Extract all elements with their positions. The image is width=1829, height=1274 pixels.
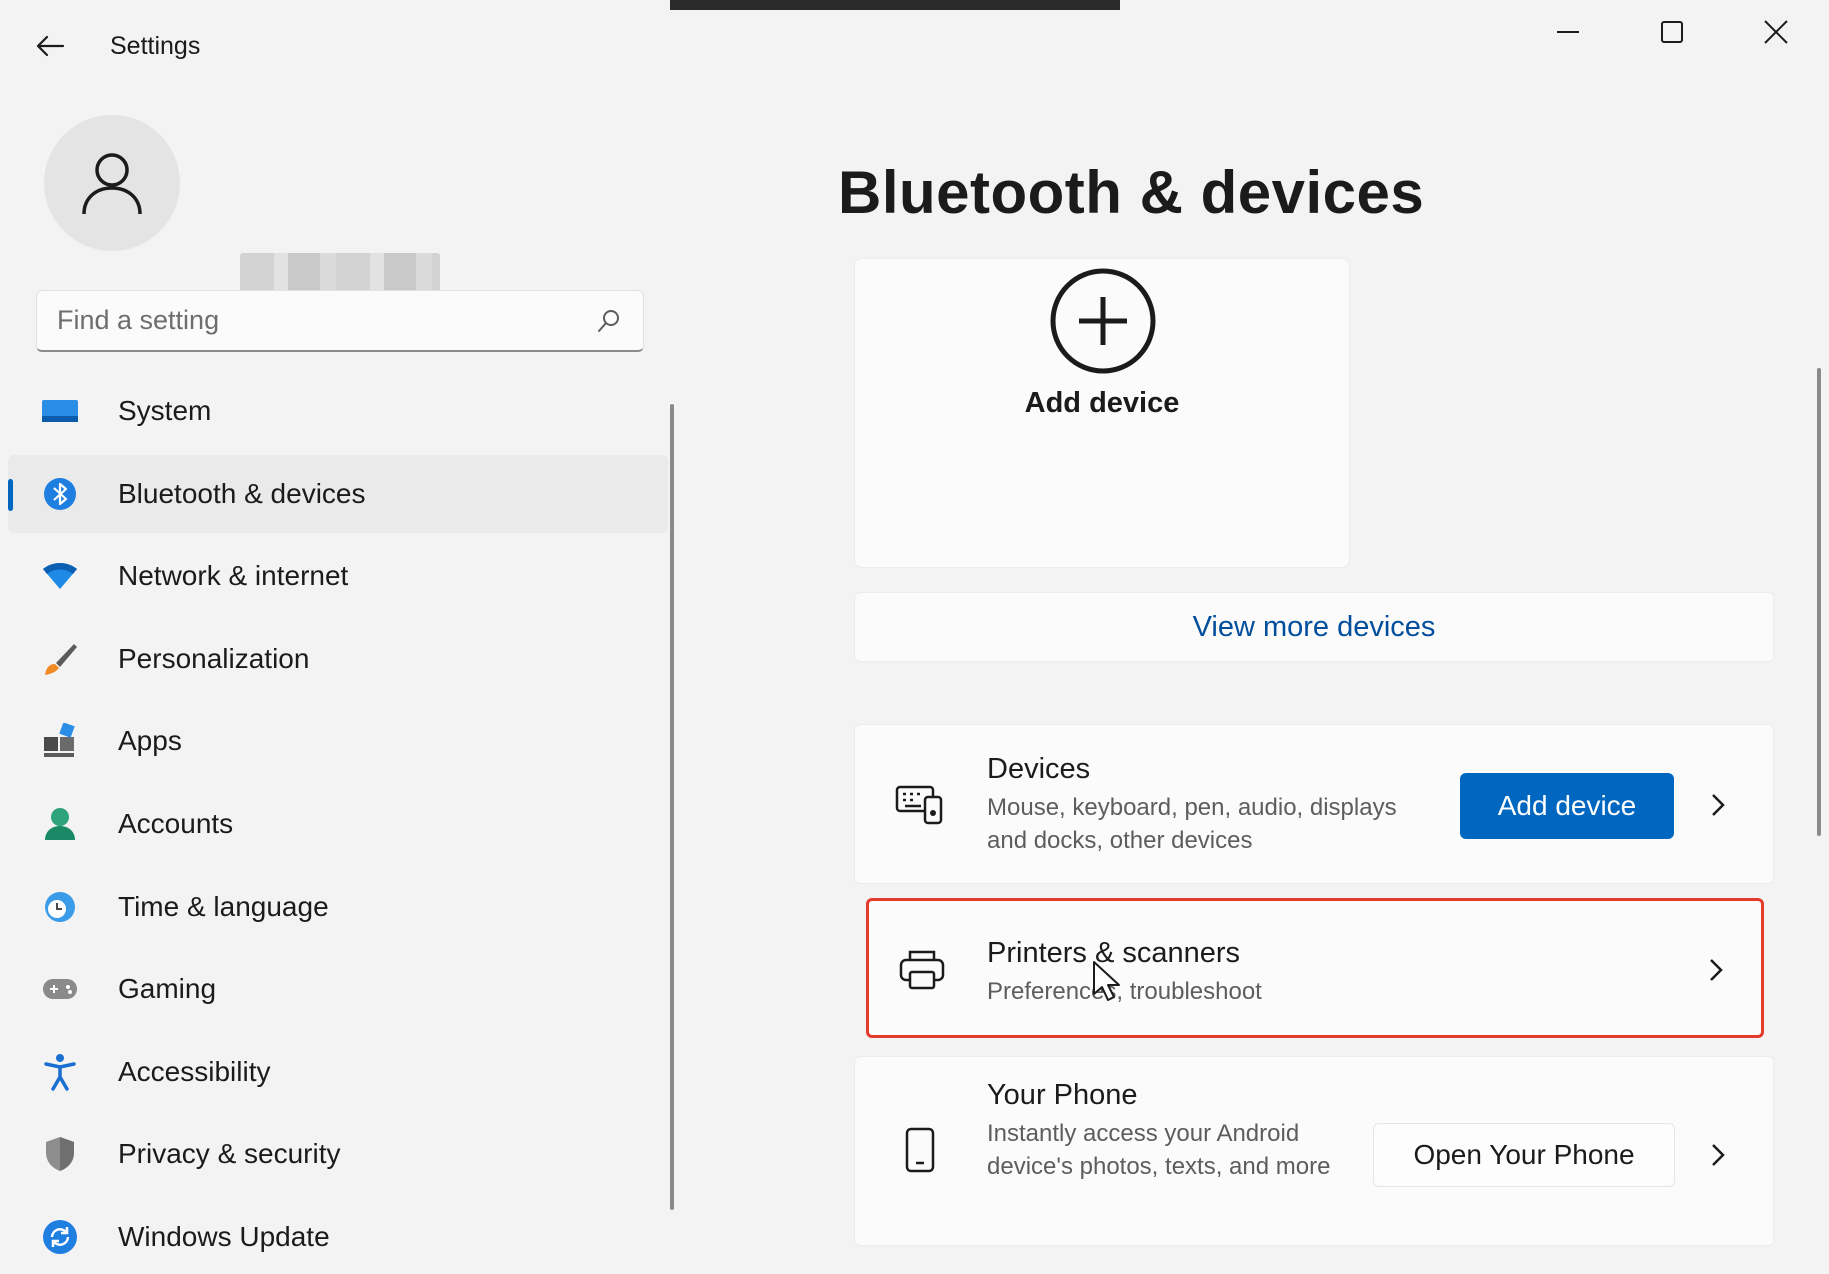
- your-phone-title: Your Phone: [987, 1079, 1138, 1111]
- chevron-right-icon: [1710, 959, 1723, 981]
- apps-icon: [40, 721, 80, 761]
- your-phone-description: Instantly access your Android device's p…: [987, 1120, 1331, 1180]
- user-icon: [82, 153, 142, 215]
- back-button[interactable]: [28, 24, 72, 68]
- search-icon[interactable]: [595, 307, 623, 335]
- chevron-right-icon: [1712, 794, 1725, 816]
- printers-description: Preferences, troubleshoot: [987, 978, 1262, 1005]
- sidebar-item-label: Network & internet: [118, 560, 349, 592]
- close-button[interactable]: [1726, 4, 1826, 60]
- add-device-button[interactable]: Add device: [1460, 773, 1674, 839]
- update-icon: [40, 1217, 80, 1257]
- keyboard-device-icon: [891, 775, 949, 833]
- add-device-tile-label: Add device: [1024, 387, 1180, 419]
- sidebar-item-gaming[interactable]: Gaming: [8, 950, 668, 1028]
- search-input[interactable]: [57, 305, 595, 336]
- sidebar-item-label: Personalization: [118, 642, 310, 674]
- sidebar-item-windows-update[interactable]: Windows Update: [8, 1198, 668, 1274]
- mouse-cursor-icon: [1093, 961, 1120, 1001]
- avatar[interactable]: [44, 115, 180, 251]
- add-device-tile[interactable]: Add device: [854, 258, 1350, 568]
- sidebar-item-privacy-security[interactable]: Privacy & security: [8, 1115, 668, 1193]
- sidebar-nav: System Bluetooth & devices Network & int…: [0, 372, 670, 1274]
- devices-description: Mouse, keyboard, pen, audio, displays an…: [987, 794, 1397, 854]
- view-more-devices-label: View more devices: [1192, 610, 1436, 643]
- bluetooth-icon: [40, 474, 80, 514]
- brush-icon: [40, 639, 80, 679]
- sidebar-item-label: Privacy & security: [118, 1138, 341, 1170]
- view-more-devices-link[interactable]: View more devices: [854, 592, 1774, 662]
- sidebar-item-system[interactable]: System: [8, 372, 668, 450]
- maximize-icon: [1661, 21, 1683, 43]
- app-title: Settings: [110, 32, 201, 60]
- sidebar-item-label: System: [118, 395, 212, 426]
- devices-card[interactable]: Devices Mouse, keyboard, pen, audio, dis…: [854, 724, 1774, 884]
- sidebar-item-label: Accounts: [118, 807, 234, 839]
- minimize-icon: [1557, 31, 1579, 33]
- sidebar-item-accounts[interactable]: Accounts: [8, 785, 668, 863]
- system-icon: [40, 391, 80, 431]
- printers-scanners-card[interactable]: Printers & scanners Preferences, trouble…: [866, 898, 1764, 1038]
- wifi-icon: [40, 556, 80, 596]
- sidebar-item-label: Apps: [118, 725, 182, 757]
- chevron-right-icon: [1712, 1144, 1725, 1166]
- sidebar-item-label: Bluetooth & devices: [118, 477, 366, 509]
- sidebar-item-label: Accessibility: [118, 1055, 271, 1087]
- devices-title: Devices: [987, 753, 1091, 785]
- sidebar-item-label: Gaming: [118, 973, 217, 1005]
- main-scrollbar[interactable]: [1817, 368, 1821, 836]
- your-phone-card[interactable]: Your Phone Instantly access your Android…: [854, 1056, 1774, 1246]
- sidebar-item-network[interactable]: Network & internet: [8, 537, 668, 615]
- clock-globe-icon: [40, 887, 80, 927]
- minimize-button[interactable]: [1518, 4, 1618, 60]
- sidebar-item-label: Time & language: [118, 890, 329, 922]
- open-your-phone-button[interactable]: Open Your Phone: [1373, 1123, 1675, 1187]
- add-circle-icon: [1050, 268, 1156, 374]
- sidebar-item-personalization[interactable]: Personalization: [8, 620, 668, 698]
- maximize-button[interactable]: [1622, 4, 1722, 60]
- search-box[interactable]: [36, 290, 644, 352]
- close-icon: [1764, 20, 1788, 44]
- sidebar-scrollbar[interactable]: [670, 404, 674, 1210]
- back-arrow-icon: [36, 35, 65, 57]
- sidebar-item-bluetooth[interactable]: Bluetooth & devices: [8, 454, 668, 533]
- sidebar-item-apps[interactable]: Apps: [8, 702, 668, 780]
- printer-icon: [893, 941, 951, 999]
- shield-icon: [40, 1134, 80, 1174]
- sidebar-item-accessibility[interactable]: Accessibility: [8, 1033, 668, 1111]
- phone-icon: [891, 1121, 949, 1179]
- accounts-icon: [40, 804, 80, 844]
- sidebar-item-time-language[interactable]: Time & language: [8, 868, 668, 946]
- profile[interactable]: [44, 115, 440, 329]
- page-title: Bluetooth & devices: [838, 159, 1425, 226]
- title-bar: Settings: [0, 0, 1829, 94]
- accessibility-icon: [40, 1052, 80, 1092]
- sidebar-item-label: Windows Update: [118, 1220, 330, 1252]
- gamepad-icon: [40, 969, 80, 1009]
